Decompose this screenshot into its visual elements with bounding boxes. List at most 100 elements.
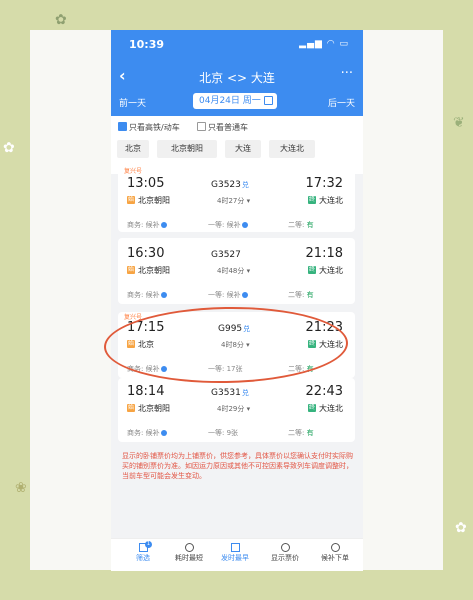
status-bar: 10:39 ▂▄▆ ◠ ▭ xyxy=(111,38,363,54)
price-disclaimer: 显示的卧铺票价均为上铺票价，供您参考，具体票价以您确认支付时实际购买的铺别票价为… xyxy=(122,452,353,480)
station-chip[interactable]: 大连 xyxy=(225,140,261,158)
to-station-name: 大连北 xyxy=(319,196,343,205)
seat-label: 二等: xyxy=(288,221,307,229)
first-class-seat: 一等: 9张 xyxy=(208,428,238,438)
tab-label: 候补下单 xyxy=(321,554,349,562)
tab-waitlist-order[interactable]: 候补下单 xyxy=(313,543,357,563)
tab-filter[interactable]: 1 筛选 xyxy=(123,541,163,563)
first-class-seat: 一等: 候补 xyxy=(208,220,248,230)
app-header: 10:39 ▂▄▆ ◠ ▭ ‹ 北京 <> 大连 ··· 前一天 04月24日 … xyxy=(111,30,363,116)
high-speed-checkbox[interactable]: 只看高铁/动车 xyxy=(118,122,180,133)
tab-show-price[interactable]: 显示票价 xyxy=(263,543,307,563)
arrival-time: 22:43 xyxy=(305,384,343,399)
to-station: 终大连北 xyxy=(308,265,343,276)
origin-tag-icon: 始 xyxy=(127,265,135,274)
tab-label: 发时最早 xyxy=(221,554,249,562)
to-station: 终大连北 xyxy=(308,195,343,206)
duration: 4时48分 ▾ xyxy=(217,267,251,275)
business-seat: 商务: 候补 xyxy=(127,290,167,300)
to-station-name: 大连北 xyxy=(319,404,343,413)
calendar-icon xyxy=(230,543,240,552)
clock-icon xyxy=(184,543,194,552)
phone-screen: 10:39 ▂▄▆ ◠ ▭ ‹ 北京 <> 大连 ··· 前一天 04月24日 … xyxy=(111,30,363,570)
leaf-decoration: ❦ xyxy=(453,115,465,131)
cart-icon xyxy=(330,543,340,552)
origin-tag-icon: 始 xyxy=(127,403,135,412)
train-number: G3527 xyxy=(211,250,241,260)
seat-value: 有 xyxy=(306,221,314,229)
date-picker[interactable]: 04月24日 周一 xyxy=(193,93,277,109)
seat-text: 一等: 9张 xyxy=(208,429,239,437)
info-icon xyxy=(241,292,248,298)
more-icon[interactable]: ··· xyxy=(341,66,353,81)
flower-decoration: ✿ xyxy=(3,140,15,156)
train-card[interactable]: 16:30 G3527 21:18 始北京朝阳 4时48分 ▾ 终大连北 商务:… xyxy=(118,238,355,304)
business-seat: 商务: 候补 xyxy=(127,220,167,230)
terminal-tag-icon: 终 xyxy=(308,403,316,412)
calendar-icon xyxy=(264,96,273,105)
origin-tag-icon: 始 xyxy=(127,195,135,204)
departure-time: 13:05 xyxy=(127,176,165,191)
checkbox-label: 只看高铁/动车 xyxy=(129,123,180,132)
date-bar: 前一天 04月24日 周一 后一天 xyxy=(111,92,363,112)
signal-wifi-battery-icon: ▂▄▆ ◠ ▭ xyxy=(299,39,349,49)
info-icon xyxy=(160,292,167,298)
departure-time: 16:30 xyxy=(127,246,165,261)
flower-decoration: ❀ xyxy=(15,480,27,496)
tab-shortest[interactable]: 耗时最短 xyxy=(169,543,209,563)
normal-train-checkbox[interactable]: 只看普通车 xyxy=(197,122,248,133)
flower-decoration: ✿ xyxy=(455,520,467,536)
departure-time: 18:14 xyxy=(127,384,165,399)
next-day-button[interactable]: 后一天 xyxy=(328,96,355,109)
station-chip[interactable]: 大连北 xyxy=(269,140,315,158)
seat-value: 有 xyxy=(306,291,314,299)
train-number: G3523兑 xyxy=(211,180,249,190)
prev-day-button[interactable]: 前一天 xyxy=(119,96,146,109)
from-station-name: 北京朝阳 xyxy=(138,266,170,275)
station-chip[interactable]: 北京 xyxy=(117,140,149,158)
to-station: 终大连北 xyxy=(308,403,343,414)
arrival-time: 21:18 xyxy=(305,246,343,261)
duration-text: 4时48分 xyxy=(217,267,245,275)
train-number-text: G3531 xyxy=(211,388,241,398)
second-class-seat: 二等: 有 xyxy=(288,428,314,438)
from-station-name: 北京朝阳 xyxy=(138,196,170,205)
to-station-name: 大连北 xyxy=(319,266,343,275)
exchange-badge: 兑 xyxy=(241,389,249,397)
tab-earliest[interactable]: 发时最早 xyxy=(215,543,255,563)
second-class-seat: 二等: 有 xyxy=(288,220,314,230)
train-number-text: G3523 xyxy=(211,180,241,190)
seat-text: 一等: 候补 xyxy=(208,221,241,229)
filter-count-badge: 1 xyxy=(145,541,152,548)
arrival-time: 17:32 xyxy=(305,176,343,191)
info-icon xyxy=(160,222,167,228)
fuxing-ribbon: 复兴号 xyxy=(124,168,143,175)
bottom-tab-bar: 1 筛选 耗时最短 发时最早 显示票价 候补下单 xyxy=(111,538,363,571)
first-class-seat: 一等: 候补 xyxy=(208,290,248,300)
duration: 4时29分 ▾ xyxy=(217,405,251,413)
price-icon xyxy=(280,543,290,552)
seat-text: 商务: 候补 xyxy=(127,221,160,229)
tab-label: 耗时最短 xyxy=(175,554,203,562)
seat-value: 有 xyxy=(306,429,314,437)
seat-label: 二等: xyxy=(288,429,307,437)
from-station-name: 北京朝阳 xyxy=(138,404,170,413)
station-chip[interactable]: 北京朝阳 xyxy=(157,140,217,158)
nav-bar: ‹ 北京 <> 大连 ··· xyxy=(111,66,363,88)
checkbox-icon xyxy=(197,122,206,131)
seat-label: 二等: xyxy=(288,291,307,299)
station-filter-row: 北京 北京朝阳 大连 大连北 xyxy=(117,140,357,158)
train-card[interactable]: 复兴号 13:05 G3523兑 17:32 始北京朝阳 4时27分 ▾ 终大连… xyxy=(118,166,355,232)
checkbox-label: 只看普通车 xyxy=(208,123,248,132)
duration: 4时27分 ▾ xyxy=(217,197,251,205)
terminal-tag-icon: 终 xyxy=(308,265,316,274)
page-title: 北京 <> 大连 xyxy=(199,71,275,85)
duration-text: 4时29分 xyxy=(217,405,245,413)
seat-text: 一等: 候补 xyxy=(208,291,241,299)
status-time: 10:39 xyxy=(129,38,165,51)
from-station: 始北京朝阳 xyxy=(127,265,170,276)
date-text: 04月24日 周一 xyxy=(199,96,261,106)
train-card[interactable]: 18:14 G3531兑 22:43 始北京朝阳 4时29分 ▾ 终大连北 商务… xyxy=(118,378,355,442)
exchange-badge: 兑 xyxy=(241,181,249,189)
from-station: 始北京朝阳 xyxy=(127,403,170,414)
